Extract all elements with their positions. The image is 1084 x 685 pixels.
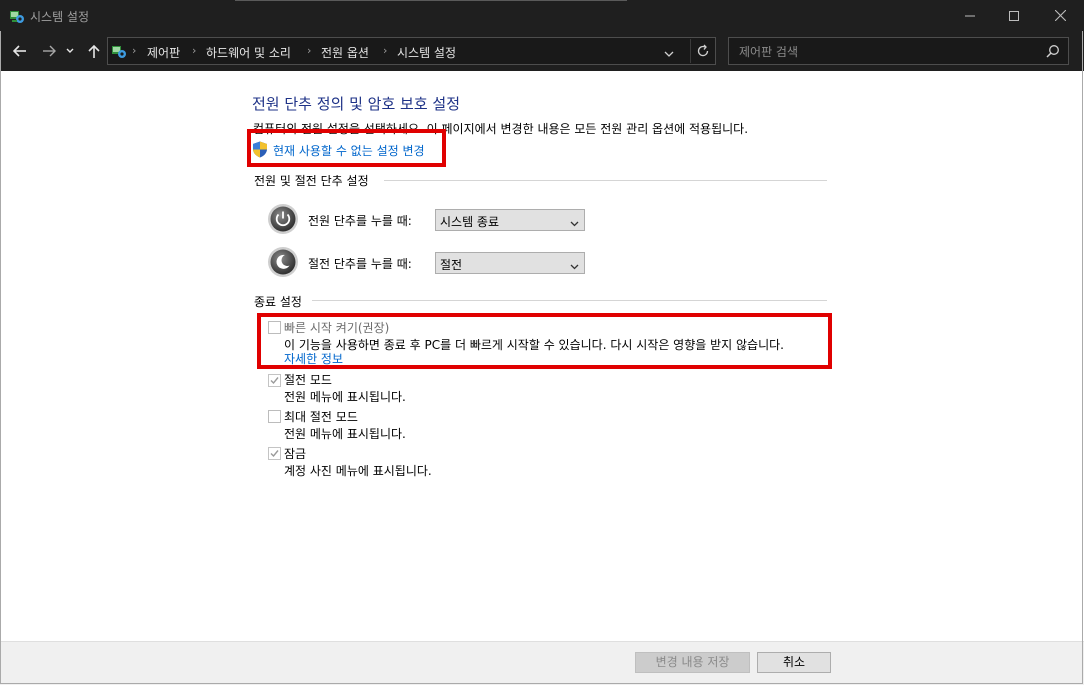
sleep-button-label: 절전 단추를 누를 때: <box>308 257 412 271</box>
power-button-icon <box>267 203 299 235</box>
address-history-dropdown-icon[interactable] <box>664 47 674 61</box>
power-button-action-select[interactable]: 시스템 종료 <box>435 209 585 231</box>
highlight-box-fast-startup <box>257 313 832 369</box>
sleep-button-action-value: 절전 <box>440 258 463 272</box>
search-icon[interactable] <box>1046 44 1060 61</box>
address-divider <box>690 39 691 63</box>
lock-description: 계정 사진 메뉴에 표시됩니다. <box>284 464 432 478</box>
page-title: 전원 단추 정의 및 암호 보호 설정 <box>252 95 461 113</box>
refresh-icon[interactable] <box>696 44 710 61</box>
hibernate-checkbox[interactable] <box>268 410 281 423</box>
hibernate-description: 전원 메뉴에 표시됩니다. <box>284 427 406 441</box>
cancel-button[interactable]: 취소 <box>757 652 831 673</box>
chevron-down-icon <box>570 259 579 273</box>
footer-bar: 변경 내용 저장 취소 <box>0 642 1084 685</box>
address-bar[interactable]: › 제어판 › 하드웨어 및 소리 › 전원 옵션 › 시스템 설정 <box>107 37 716 65</box>
save-changes-button[interactable]: 변경 내용 저장 <box>635 652 750 673</box>
forward-button[interactable] <box>40 42 58 60</box>
breadcrumb-separator-icon: › <box>383 44 388 57</box>
power-button-label: 전원 단추를 누를 때: <box>308 214 412 228</box>
section-divider <box>312 300 827 301</box>
power-button-action-value: 시스템 종료 <box>440 215 500 229</box>
up-button[interactable] <box>85 42 103 60</box>
sleep-button-action-select[interactable]: 절전 <box>435 252 585 274</box>
sleep-checkbox[interactable] <box>268 374 281 387</box>
minimize-button[interactable] <box>947 0 993 31</box>
control-panel-icon <box>9 8 25 24</box>
breadcrumb-control-panel[interactable]: 제어판 <box>147 44 180 61</box>
search-box[interactable] <box>728 37 1069 65</box>
breadcrumb-hardware-sound[interactable]: 하드웨어 및 소리 <box>206 44 291 61</box>
highlight-box-admin-link <box>247 129 446 167</box>
control-panel-icon <box>111 43 127 62</box>
back-button[interactable] <box>11 42 29 60</box>
checkmark-icon <box>270 450 279 458</box>
search-input[interactable] <box>737 42 1041 62</box>
sleep-label: 절전 모드 <box>284 373 332 387</box>
sleep-description: 전원 메뉴에 표시됩니다. <box>284 390 406 404</box>
title-bar: 시스템 설정 <box>0 0 1084 31</box>
maximize-button[interactable] <box>991 0 1037 31</box>
title-bar-accent <box>235 0 627 1</box>
hibernate-label: 최대 절전 모드 <box>284 410 358 424</box>
section-divider <box>384 180 827 181</box>
checkmark-icon <box>270 377 279 385</box>
sleep-button-icon <box>267 246 299 278</box>
breadcrumb-system-settings[interactable]: 시스템 설정 <box>397 44 456 61</box>
recent-locations-button[interactable] <box>64 42 76 60</box>
lock-checkbox[interactable] <box>268 447 281 460</box>
breadcrumb-separator-icon: › <box>307 44 312 57</box>
breadcrumb-separator-icon: › <box>192 44 197 57</box>
chevron-down-icon <box>570 216 579 230</box>
lock-label: 잠금 <box>284 447 307 461</box>
power-buttons-section-heading: 전원 및 절전 단추 설정 <box>254 174 369 188</box>
shutdown-section-heading: 종료 설정 <box>254 295 302 309</box>
window-title: 시스템 설정 <box>30 10 90 24</box>
close-button[interactable] <box>1037 0 1083 31</box>
breadcrumb-separator-icon: › <box>132 44 137 57</box>
breadcrumb-power-options[interactable]: 전원 옵션 <box>321 44 369 61</box>
